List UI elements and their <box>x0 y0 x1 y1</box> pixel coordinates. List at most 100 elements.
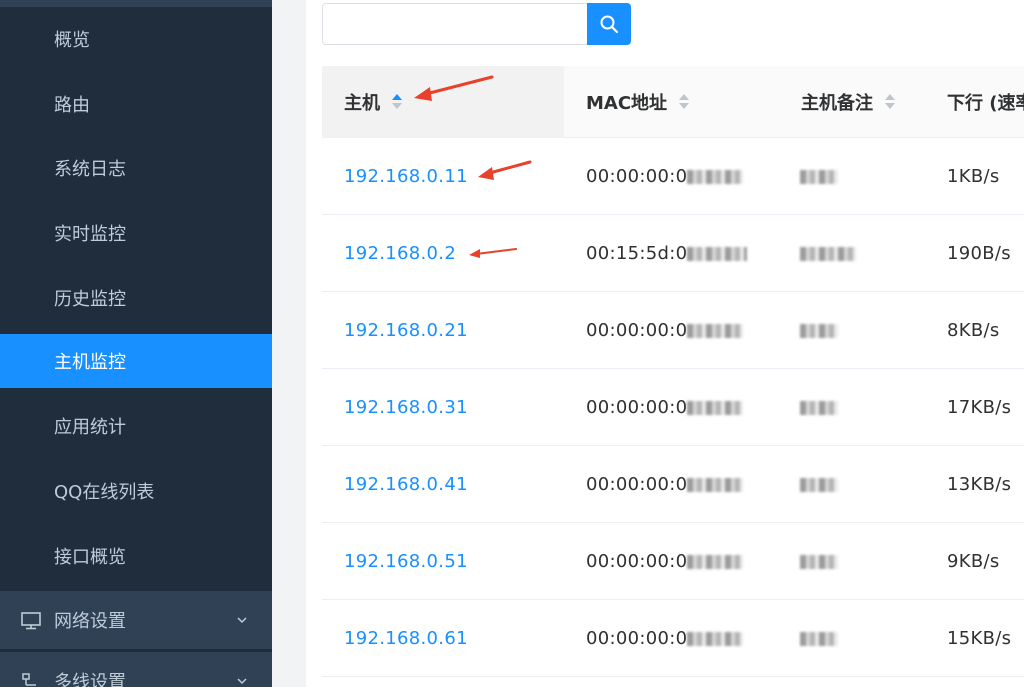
mac-cell: 00:00:00:0 <box>586 446 744 523</box>
table-row: 192.168.0.41 00:00:00:0 13KB/s <box>322 446 1024 523</box>
sidebar-item-label: QQ在线列表 <box>54 482 155 503</box>
column-header-label: 下行 (速率 <box>947 93 1024 114</box>
sidebar-item-host-monitor[interactable]: 主机监控 <box>0 334 272 388</box>
mac-redacted <box>687 631 744 646</box>
sort-caret-icon[interactable] <box>392 94 402 110</box>
down-rate-cell: 1KB/s <box>947 166 1000 187</box>
mac-text: 00:15:5d:0 <box>586 243 688 264</box>
sidebar-item-system-log[interactable]: 系统日志 <box>0 141 272 195</box>
sidebar-group-multiline-settings[interactable]: 多线设置 <box>0 652 272 687</box>
host-link[interactable]: 192.168.0.2 <box>344 215 456 292</box>
down-rate-cell: 13KB/s <box>947 474 1012 495</box>
column-header-label: 主机 <box>344 93 380 114</box>
sidebar-item-label: 概览 <box>54 30 90 51</box>
remark-cell <box>800 369 838 446</box>
mac-redacted <box>687 246 748 261</box>
remark-cell <box>800 446 838 523</box>
sidebar-item-interface-overview[interactable]: 接口概览 <box>0 529 272 583</box>
sidebar-item-history-monitor[interactable]: 历史监控 <box>0 271 272 325</box>
sidebar-group-label: 多线设置 <box>54 672 126 687</box>
sidebar-item-label: 应用统计 <box>54 417 126 438</box>
mac-text: 00:00:00:0 <box>586 628 688 649</box>
remark-cell <box>800 523 838 600</box>
down-rate-cell: 9KB/s <box>947 551 1000 572</box>
host-link[interactable]: 192.168.0.41 <box>344 446 468 523</box>
sidebar-item-label: 历史监控 <box>54 289 126 310</box>
mac-cell: 00:15:5d:0 <box>586 215 748 292</box>
host-table: 主机 MAC地址 主机备注 下行 (速率 192.168.0.11 00:00:… <box>322 66 1024 687</box>
sidebar-submenu: 概览 路由 系统日志 实时监控 历史监控 主机监控 应用统计 QQ在线列表 接口… <box>0 7 272 587</box>
host-link[interactable]: 192.168.0.61 <box>344 600 468 677</box>
search-input[interactable] <box>322 3 588 45</box>
remark-redacted <box>800 323 838 338</box>
mac-cell: 00:00:00:0 <box>586 138 744 215</box>
remark-cell <box>800 138 838 215</box>
remark-redacted <box>800 400 838 415</box>
mac-redacted <box>687 400 744 415</box>
host-link[interactable]: 192.168.0.11 <box>344 138 468 215</box>
column-header-down-rate[interactable]: 下行 (速率 <box>947 66 1024 138</box>
mac-text: 00:00:00:0 <box>586 397 688 418</box>
monitor-icon <box>21 612 41 630</box>
remark-redacted <box>800 477 838 492</box>
column-header-remark[interactable]: 主机备注 <box>801 66 895 138</box>
sidebar-item-qq-online[interactable]: QQ在线列表 <box>0 464 272 518</box>
sidebar-item-label: 接口概览 <box>54 547 126 568</box>
mac-cell: 00:00:00:0 <box>586 600 744 677</box>
host-link[interactable]: 192.168.0.31 <box>344 369 468 446</box>
down-rate-cell: 8KB/s <box>947 320 1000 341</box>
mac-redacted <box>687 554 744 569</box>
sidebar-item-realtime-monitor[interactable]: 实时监控 <box>0 206 272 260</box>
sidebar-item-label: 路由 <box>54 95 90 116</box>
sidebar-item-label: 系统日志 <box>54 159 126 180</box>
chevron-down-icon <box>237 617 247 624</box>
remark-redacted <box>800 631 838 646</box>
remark-redacted <box>800 246 856 261</box>
mac-cell: 00:00:00:0 <box>586 369 744 446</box>
mac-redacted <box>687 323 744 338</box>
down-rate-cell: 190B/s <box>947 243 1011 264</box>
sidebar-item-app-stats[interactable]: 应用统计 <box>0 399 272 453</box>
chevron-down-icon <box>237 678 247 685</box>
search-icon <box>600 15 619 34</box>
table-header: 主机 MAC地址 主机备注 下行 (速率 <box>322 66 1024 138</box>
mac-text: 00:00:00:0 <box>586 551 688 572</box>
column-header-host[interactable]: 主机 <box>344 66 402 138</box>
table-row: 192.168.0.2 00:15:5d:0 190B/s <box>322 215 1024 292</box>
remark-cell <box>800 215 856 292</box>
sidebar-item-route[interactable]: 路由 <box>0 77 272 131</box>
mac-text: 00:00:00:0 <box>586 320 688 341</box>
mac-redacted <box>687 169 744 184</box>
down-rate-cell: 17KB/s <box>947 397 1012 418</box>
mac-cell: 00:00:00:0 <box>586 523 744 600</box>
sidebar-item-overview[interactable]: 概览 <box>0 12 272 66</box>
sidebar: 概览 路由 系统日志 实时监控 历史监控 主机监控 应用统计 QQ在线列表 接口… <box>0 0 272 687</box>
table-row: 192.168.0.31 00:00:00:0 17KB/s <box>322 369 1024 446</box>
sidebar-item-label: 实时监控 <box>54 224 126 245</box>
sort-caret-icon[interactable] <box>679 94 690 110</box>
mac-cell: 00:00:00:0 <box>586 292 744 369</box>
host-link[interactable]: 192.168.0.51 <box>344 523 468 600</box>
column-header-label: MAC地址 <box>586 93 668 114</box>
network-icon <box>22 673 36 686</box>
table-row: 192.168.0.51 00:00:00:0 9KB/s <box>322 523 1024 600</box>
sort-caret-icon[interactable] <box>885 94 895 110</box>
sidebar-top-strip <box>0 0 272 7</box>
mac-text: 00:00:00:0 <box>586 474 688 495</box>
column-header-label: 主机备注 <box>801 93 873 114</box>
remark-redacted <box>800 169 838 184</box>
mac-text: 00:00:00:0 <box>586 166 688 187</box>
column-header-mac[interactable]: MAC地址 <box>586 66 690 138</box>
table-row: 192.168.0.11 00:00:00:0 1KB/s <box>322 138 1024 215</box>
host-link[interactable]: 192.168.0.21 <box>344 292 468 369</box>
search-button[interactable] <box>587 3 631 45</box>
down-rate-cell: 15KB/s <box>947 628 1012 649</box>
table-row: 192.168.0.21 00:00:00:0 8KB/s <box>322 292 1024 369</box>
remark-redacted <box>800 554 838 569</box>
remark-cell <box>800 292 838 369</box>
remark-cell <box>800 600 838 677</box>
sidebar-group-network-settings[interactable]: 网络设置 <box>0 591 272 649</box>
mac-redacted <box>687 477 744 492</box>
table-row: 192.168.0.61 00:00:00:0 15KB/s <box>322 600 1024 677</box>
sidebar-item-label: 主机监控 <box>54 352 126 373</box>
